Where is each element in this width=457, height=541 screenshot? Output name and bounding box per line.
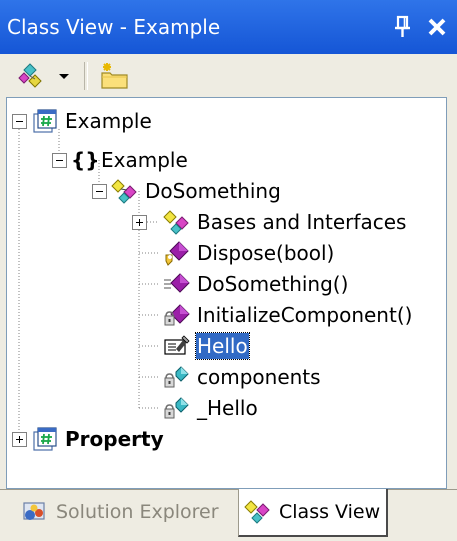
tree-node-field-hello[interactable]: _Hello bbox=[161, 393, 259, 423]
tree-node-class-dosomething[interactable]: DoSomething bbox=[109, 176, 282, 206]
tree-node-method-dispose[interactable]: Dispose(bool) bbox=[161, 238, 335, 268]
chevron-down-icon[interactable] bbox=[54, 60, 74, 92]
tab-label: Class View bbox=[279, 501, 381, 523]
window-title: Class View - Example bbox=[7, 15, 221, 39]
close-icon[interactable] bbox=[423, 12, 451, 42]
public-method-icon bbox=[161, 269, 193, 299]
tree-node-label: DoSomething() bbox=[197, 272, 349, 296]
bases-interfaces-icon bbox=[161, 207, 193, 237]
sort-by-type-icon[interactable] bbox=[14, 60, 50, 92]
tree-node-property-hello[interactable]: Hello bbox=[161, 331, 250, 361]
tree-node-label: InitializeComponent() bbox=[197, 303, 413, 327]
tree-node-method-initializecomponent[interactable]: InitializeComponent() bbox=[161, 300, 413, 330]
toolbar-separator bbox=[84, 62, 88, 90]
project-icon bbox=[29, 424, 61, 454]
tree-node-project-example[interactable]: Example bbox=[29, 106, 153, 136]
tree-node-namespace-example[interactable]: {} Example bbox=[69, 145, 189, 175]
tree-node-bases-and-interfaces[interactable]: Bases and Interfaces bbox=[161, 207, 407, 237]
pin-icon[interactable] bbox=[393, 14, 413, 40]
title-bar[interactable]: Class View - Example bbox=[0, 0, 457, 54]
tree-node-label: DoSomething bbox=[145, 179, 281, 203]
private-field-icon bbox=[161, 362, 193, 392]
tab-class-view[interactable]: Class View bbox=[238, 489, 389, 537]
tab-label: Solution Explorer bbox=[56, 501, 219, 523]
tree-node-label: Dispose(bool) bbox=[197, 241, 335, 265]
tree-node-method-dosomething[interactable]: DoSomething() bbox=[161, 269, 349, 299]
tool-window-tabs: Solution Explorer Class View bbox=[0, 489, 457, 541]
tree-node-label: Example bbox=[65, 109, 152, 133]
toolbar bbox=[0, 54, 457, 98]
tree-node-field-components[interactable]: components bbox=[161, 362, 322, 392]
private-method-icon bbox=[161, 300, 193, 330]
tree-node-project-property[interactable]: Property bbox=[29, 424, 165, 454]
class-view-window: Class View - Example Example {} Example … bbox=[0, 0, 457, 541]
tab-solution-explorer[interactable]: Solution Explorer bbox=[20, 490, 219, 534]
class-view-icon bbox=[243, 497, 273, 527]
project-icon bbox=[29, 106, 61, 136]
private-field-icon bbox=[161, 393, 193, 423]
solution-explorer-icon bbox=[20, 497, 50, 527]
tree-node-label: Property bbox=[65, 427, 164, 451]
class-tree[interactable]: Example {} Example DoSomething Bases and… bbox=[6, 97, 447, 489]
new-folder-icon[interactable] bbox=[94, 60, 134, 92]
tree-node-label: components bbox=[197, 365, 321, 389]
class-icon bbox=[109, 176, 141, 206]
tree-node-label: Bases and Interfaces bbox=[197, 210, 407, 234]
property-icon bbox=[161, 331, 193, 361]
protected-method-icon bbox=[161, 238, 193, 268]
tree-node-label: _Hello bbox=[197, 396, 258, 420]
svg-text:{}: {} bbox=[71, 148, 97, 172]
tree-node-label: Example bbox=[101, 148, 188, 172]
tree-node-label: Hello bbox=[195, 332, 250, 360]
namespace-icon: {} bbox=[69, 145, 97, 175]
